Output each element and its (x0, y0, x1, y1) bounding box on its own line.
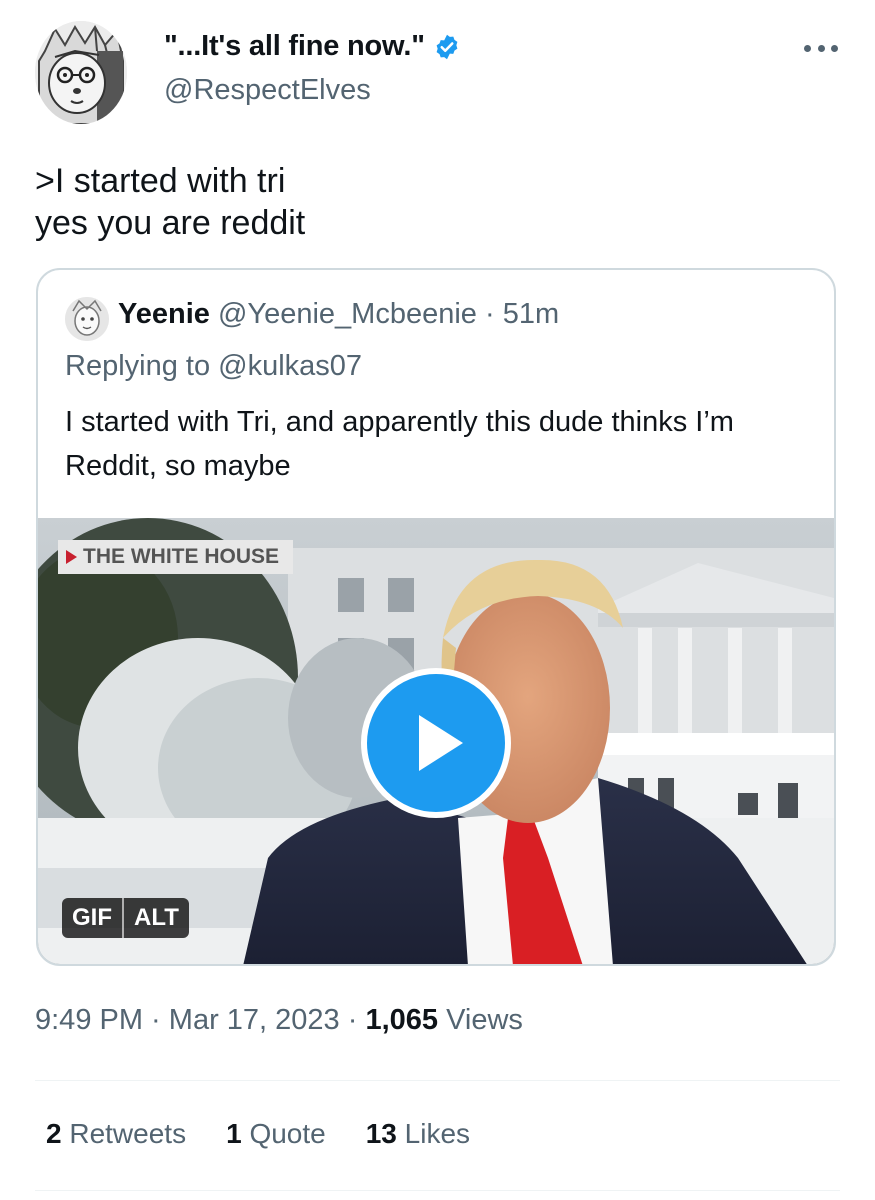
quoted-separator: · (476, 298, 503, 330)
quoted-author-handle[interactable]: @Yeenie_Mcbeenie (218, 298, 477, 330)
verified-badge-icon (433, 33, 461, 61)
engagement-stats: 2 Retweets 1 Quote 13 Likes (46, 1118, 470, 1150)
more-dot (817, 44, 825, 52)
divider (35, 1080, 840, 1081)
video-chyron: THE WHITE HOUSE (58, 540, 294, 574)
video-media[interactable]: THE WHITE HOUSE GIF ALT (38, 518, 834, 964)
quotes-count: 1 (226, 1118, 242, 1149)
media-badges: GIF ALT (62, 898, 189, 938)
author-name-text: "...It's all fine now." (164, 30, 425, 62)
gif-badge: GIF (72, 904, 112, 931)
more-dot (831, 44, 838, 52)
views-count: 1,065 (365, 1004, 439, 1036)
quoted-replying-to: Replying to @kulkas07 (65, 350, 363, 382)
meta-separator: · (339, 1004, 366, 1036)
quoted-author-name[interactable]: Yeenie (118, 298, 210, 330)
likes-label: Likes (404, 1118, 471, 1149)
views-label: Views (446, 1004, 523, 1036)
quoted-author-avatar[interactable] (65, 297, 109, 341)
quoted-tweet-card[interactable]: Yeenie @Yeenie_Mcbeenie · 51m Replying t… (36, 268, 836, 966)
meta-separator: · (143, 1004, 169, 1036)
play-icon[interactable] (361, 668, 511, 818)
play-triangle (419, 715, 463, 771)
quoted-time[interactable]: 51m (503, 298, 559, 330)
tweet-text: >I started with tri yes you are reddit (35, 162, 306, 242)
likes-count: 13 (365, 1118, 397, 1149)
divider (35, 1190, 840, 1191)
more-options-icon[interactable] (804, 38, 838, 58)
more-dot (804, 44, 811, 52)
quoted-tweet-text: I started with Tri, and apparently this … (65, 406, 734, 482)
author-display-name[interactable]: "...It's all fine now." (164, 30, 461, 63)
retweets-label: Retweets (69, 1118, 187, 1149)
chyron-text: THE WHITE HOUSE (83, 545, 280, 568)
quotes-stat[interactable]: 1 Quote (226, 1118, 326, 1150)
tweet-time[interactable]: 9:49 PM (35, 1004, 143, 1036)
likes-stat[interactable]: 13 Likes (366, 1118, 470, 1150)
quotes-label: Quote (249, 1118, 326, 1149)
tweet-date[interactable]: Mar 17, 2023 (169, 1004, 340, 1036)
retweets-count: 2 (46, 1118, 62, 1149)
chyron-triangle-icon (66, 550, 77, 564)
quoted-header: Yeenie @Yeenie_Mcbeenie · 51m (118, 298, 559, 331)
author-handle[interactable]: @RespectElves (164, 74, 371, 107)
alt-badge[interactable]: ALT (122, 898, 189, 938)
retweets-stat[interactable]: 2 Retweets (46, 1118, 186, 1150)
tweet-meta: 9:49 PM · Mar 17, 2023 · 1,065 Views (35, 1004, 523, 1037)
author-avatar[interactable] (35, 21, 127, 124)
